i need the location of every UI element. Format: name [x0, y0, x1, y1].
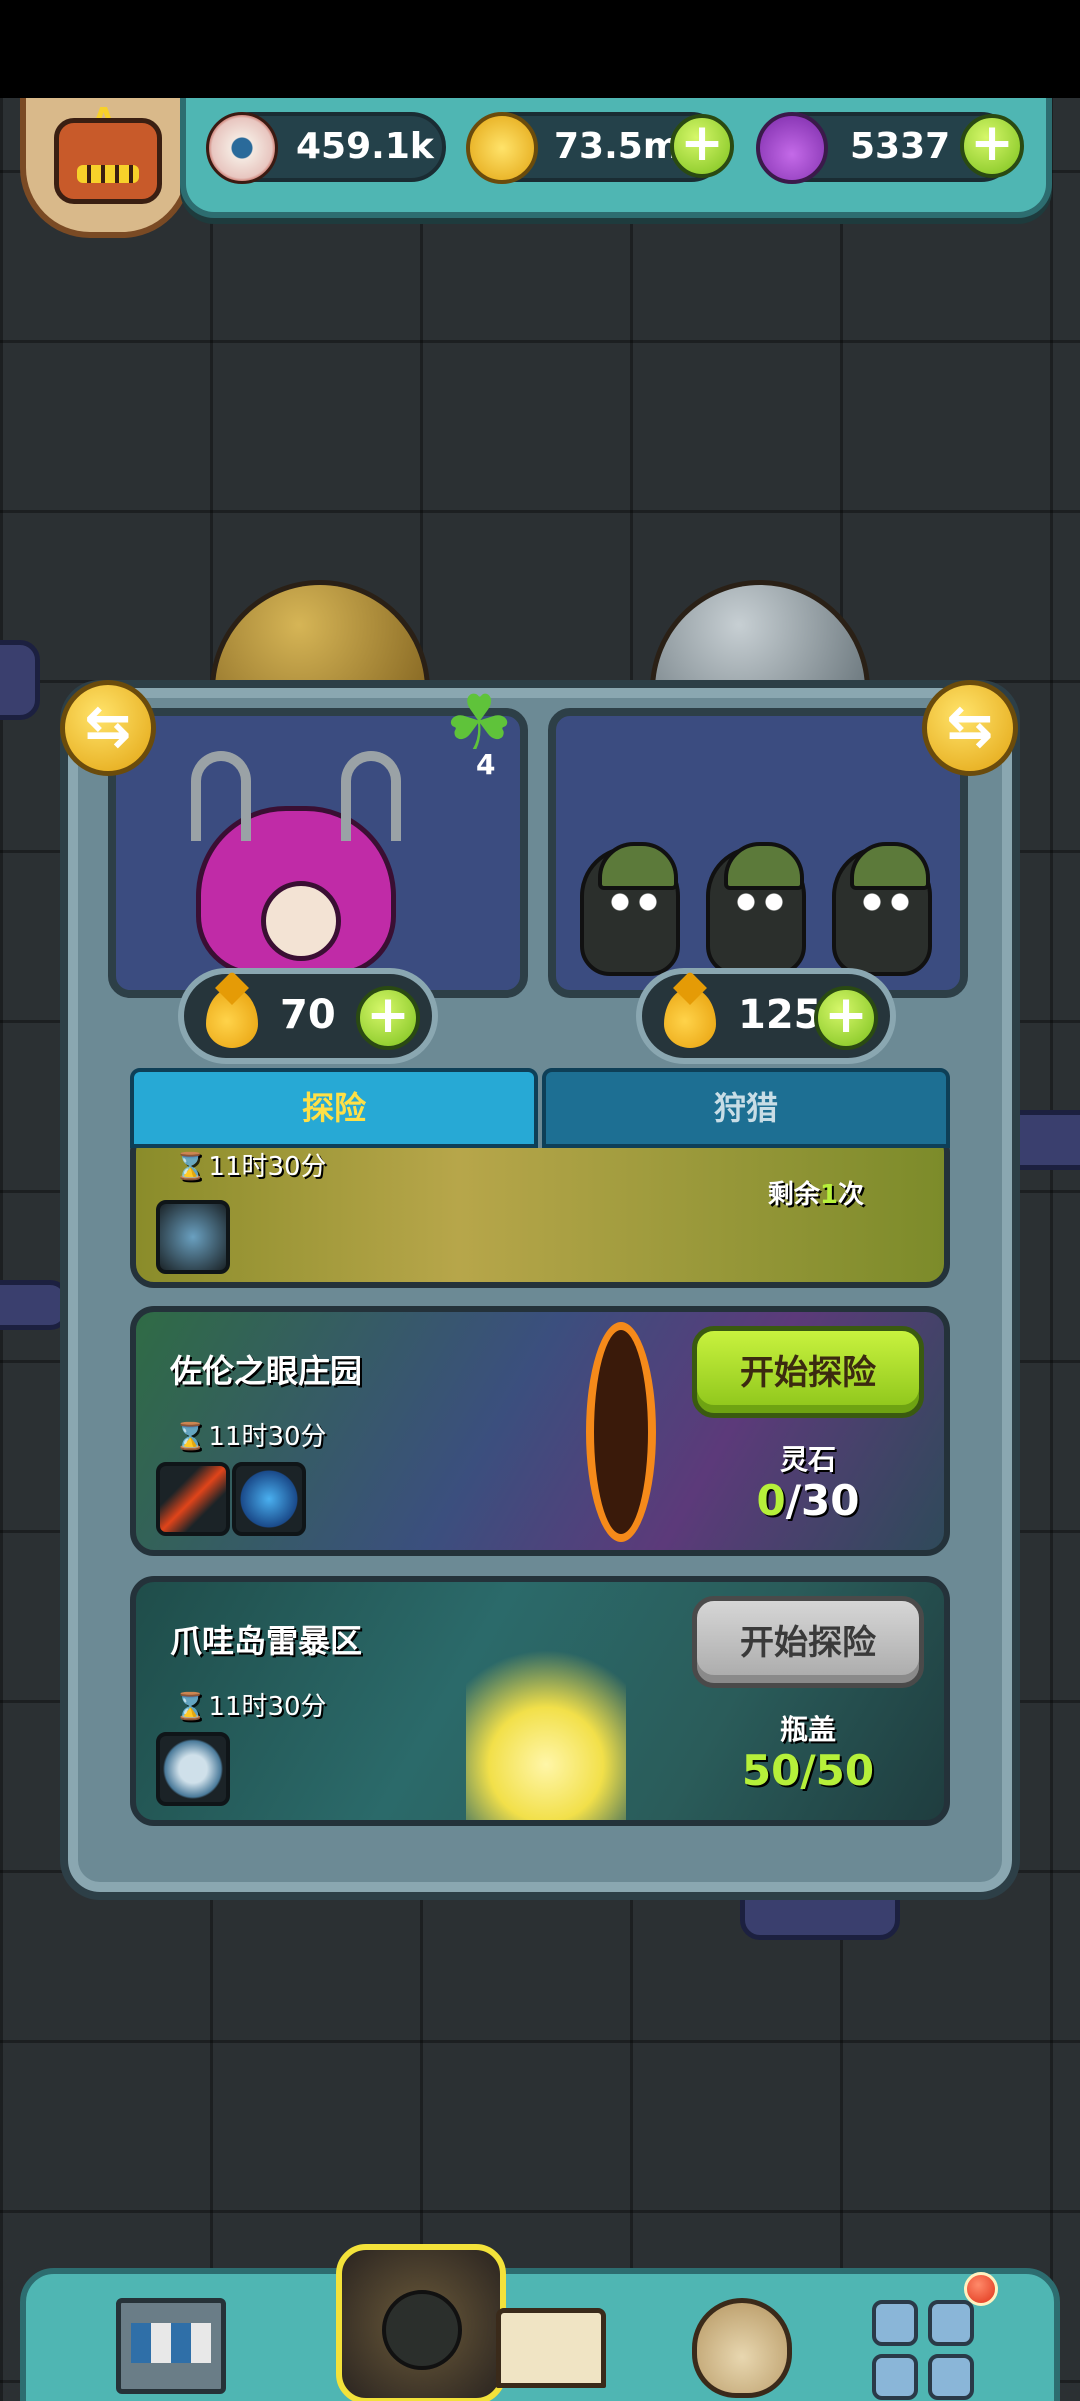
adventure-timer: ⌛11时30分 [174, 1148, 327, 1183]
clover-count: 4 [476, 748, 496, 781]
energy-drop-icon [664, 988, 716, 1048]
mode-tabs: 探险 狩猎 [130, 1068, 950, 1148]
tab-adventure[interactable]: 探险 [130, 1068, 538, 1148]
potion-resource: 5337 + [756, 112, 1024, 184]
start-adventure-button-disabled[interactable]: 开始探险 [692, 1596, 924, 1688]
adventure-list[interactable]: ⌛11时30分 剩余1次 佐伦之眼庄园 ⌛11时30分 开始探险 灵石 0/30… [130, 1148, 950, 1828]
swap-left-icon[interactable]: ⇆ [60, 680, 156, 776]
menu-grid-icon [928, 2300, 974, 2346]
requirement-progress: 0/30 [692, 1476, 924, 1525]
add-potions-button[interactable]: + [960, 114, 1024, 178]
menu-nav-button[interactable] [866, 2272, 998, 2401]
adventure-title: 佐伦之眼庄园 [170, 1352, 363, 1390]
coin-icon [466, 112, 538, 184]
bottle-cap-icon [156, 1732, 230, 1806]
right-energy: 125 + [636, 968, 896, 1064]
coin-resource: 73.5m + [466, 112, 734, 184]
adventure-timer: ⌛11时30分 [174, 1416, 327, 1453]
pipe-decoration [0, 640, 40, 720]
right-team-screen[interactable] [548, 708, 968, 998]
requirement-total: /30 [785, 1476, 860, 1525]
requirement-progress: 50/50 [741, 1746, 875, 1795]
hourglass-icon: ⌛ [174, 1692, 207, 1722]
bag-nav-button[interactable] [676, 2284, 806, 2401]
hourglass-icon: ⌛ [174, 1152, 207, 1182]
hourglass-icon: ⌛ [174, 1422, 207, 1452]
reward-item-icon [156, 1200, 230, 1274]
start-adventure-button[interactable]: 开始探险 [692, 1326, 924, 1418]
requirement-label: 瓶盖 [779, 1713, 836, 1746]
left-dome-lamp [210, 580, 430, 690]
minion-character [832, 842, 932, 976]
timer-text: 11时30分 [208, 1422, 327, 1452]
timer-text: 11时30分 [208, 1692, 327, 1722]
eyeball-resource: 459.1k [206, 112, 446, 184]
blue-gem-icon [232, 1462, 306, 1536]
adventure-nav-button[interactable] [336, 2244, 506, 2401]
adventure-card[interactable]: 佐伦之眼庄园 ⌛11时30分 开始探险 灵石 0/30 [130, 1306, 950, 1556]
avatar-face-icon [54, 118, 162, 204]
remaining-prefix: 剩余 [767, 1180, 820, 1210]
minion-character [580, 842, 680, 976]
timer-text: 11时30分 [208, 1152, 327, 1182]
menu-grid-icon [928, 2354, 974, 2400]
potion-count: 5337 [850, 126, 951, 167]
adventure-timer: ⌛11时30分 [174, 1686, 327, 1723]
eyeball-count: 459.1k [296, 126, 434, 167]
player-avatar[interactable]: A [20, 98, 192, 238]
shop-icon [116, 2298, 226, 2394]
right-energy-value: 125 [738, 992, 822, 1038]
left-energy: 70 + [178, 968, 438, 1064]
book-icon [496, 2308, 606, 2388]
remaining-number: 1 [819, 1180, 838, 1210]
status-bar [0, 0, 1080, 98]
portal-art [586, 1322, 656, 1542]
bag-icon [692, 2298, 792, 2398]
minion-character [706, 842, 806, 976]
remaining-suffix: 次 [837, 1180, 864, 1210]
add-coins-button[interactable]: + [670, 114, 734, 178]
monster-mouth [261, 881, 341, 961]
add-left-energy-button[interactable]: + [356, 986, 420, 1050]
add-right-energy-button[interactable]: + [814, 986, 878, 1050]
shop-nav-button[interactable] [106, 2284, 236, 2401]
requirement-current: 0 [756, 1476, 786, 1525]
bottom-navbar [20, 2244, 1060, 2401]
potion-icon [756, 112, 828, 184]
adventure-card[interactable]: ⌛11时30分 剩余1次 [130, 1148, 950, 1288]
menu-grid-icon [872, 2300, 918, 2346]
energy-drop-icon [206, 988, 258, 1048]
right-dome-lamp [650, 580, 870, 690]
coin-count: 73.5m [554, 126, 681, 167]
resource-bar: 459.1k 73.5m + 5337 + [180, 98, 1052, 218]
red-gem-icon [156, 1462, 230, 1536]
adventure-icon [382, 2290, 462, 2370]
tab-hunt[interactable]: 狩猎 [542, 1068, 950, 1148]
swap-right-icon[interactable]: ⇆ [922, 680, 1018, 776]
pink-monster-character [191, 751, 401, 976]
lightning-art [466, 1592, 626, 1820]
requirement-label: 灵石 [779, 1443, 836, 1476]
notification-badge [964, 2272, 998, 2306]
adventure-title: 爪哇岛雷暴区 [170, 1622, 363, 1660]
left-energy-value: 70 [280, 992, 336, 1038]
adventure-card[interactable]: 爪哇岛雷暴区 ⌛11时30分 开始探险 瓶盖 50/50 [130, 1576, 950, 1826]
book-nav-button[interactable] [486, 2284, 616, 2401]
remaining-attempts: 剩余1次 [768, 1174, 864, 1211]
menu-grid-icon [872, 2354, 918, 2400]
eyeball-icon [206, 112, 278, 184]
